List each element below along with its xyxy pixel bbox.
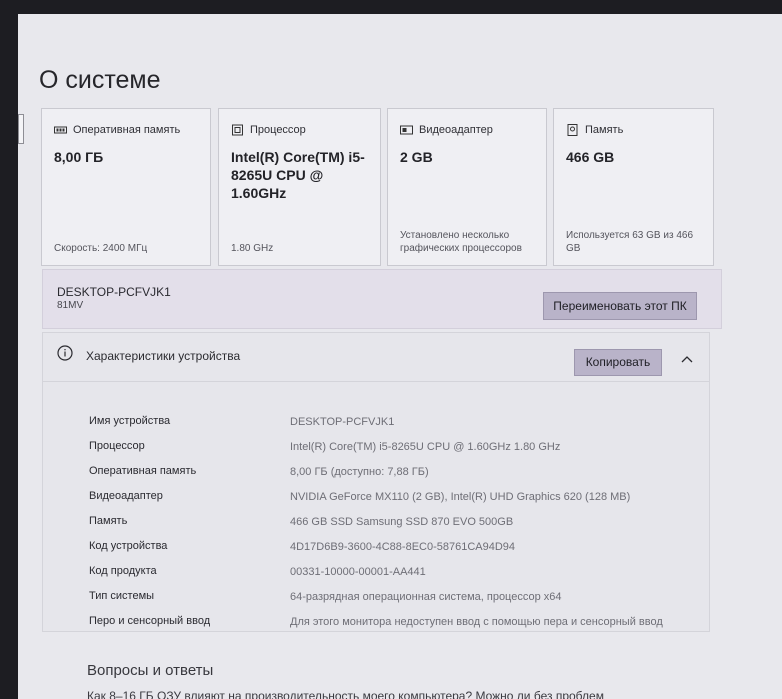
processor-value: Intel(R) Core(TM) i5-8265U CPU @ 1.60GHz: [231, 149, 365, 201]
storage-label: Память: [585, 124, 624, 136]
settings-window: О системе Оперативная память 8,00 ГБ Ско…: [18, 14, 782, 699]
spec-key: Процессор: [89, 440, 145, 452]
storage-card: Память 466 GB Используется 63 GB из 466 …: [553, 108, 714, 266]
gpu-icon: [400, 125, 413, 135]
spec-key: Код устройства: [89, 540, 168, 552]
spec-value: 8,00 ГБ (доступно: 7,88 ГБ): [290, 466, 429, 478]
device-name-bar: DESKTOP-PCFVJK1 81MV Переименовать этот …: [42, 269, 722, 329]
faq-title: Вопросы и ответы: [87, 662, 214, 679]
spec-value: 466 GB SSD Samsung SSD 870 EVO 500GB: [290, 516, 514, 528]
spec-key: Имя устройства: [89, 415, 171, 427]
spec-key: Память: [89, 515, 128, 527]
gpu-note: Установлено несколько графических процес…: [400, 230, 522, 254]
gpu-label: Видеоадаптер: [419, 124, 493, 136]
processor-card: Процессор Intel(R) Core(TM) i5-8265U CPU…: [218, 108, 381, 266]
gpu-value: 2 GB: [400, 149, 433, 165]
device-model: 81MV: [57, 300, 84, 311]
page-title: О системе: [39, 66, 161, 94]
spec-value: 64-разрядная операционная система, проце…: [290, 591, 562, 603]
storage-value: 466 GB: [566, 149, 615, 165]
device-specs-header[interactable]: Характеристики устройства Копировать: [43, 333, 709, 382]
info-icon: [57, 345, 73, 361]
rename-pc-button[interactable]: Переименовать этот ПК: [543, 292, 697, 320]
ram-label: Оперативная память: [73, 124, 181, 136]
spec-value: Для этого монитора недоступен ввод с пом…: [290, 616, 663, 628]
taskbar-edge: [18, 114, 24, 144]
spec-value: DESKTOP-PCFVJK1: [290, 416, 395, 428]
ram-speed: Скорость: 2400 МГц: [54, 243, 148, 254]
copy-button[interactable]: Копировать: [574, 349, 662, 376]
spec-value: Intel(R) Core(TM) i5-8265U CPU @ 1.60GHz…: [290, 441, 561, 453]
storage-usage: Используется 63 GB из 466 GB: [566, 230, 694, 254]
spec-key: Видеоадаптер: [89, 490, 163, 502]
storage-icon: [567, 124, 578, 136]
processor-label: Процессор: [250, 124, 306, 136]
spec-key: Перо и сенсорный ввод: [89, 615, 211, 627]
faq-link[interactable]: Как 8–16 ГБ ОЗУ влияют на производительн…: [87, 689, 604, 699]
processor-icon: [232, 124, 243, 136]
device-name: DESKTOP-PCFVJK1: [57, 285, 171, 299]
ram-card: Оперативная память 8,00 ГБ Скорость: 240…: [41, 108, 211, 266]
spec-key: Тип системы: [89, 590, 155, 602]
spec-value: 4D17D6B9-3600-4C88-8EC0-58761CA94D94: [290, 541, 516, 553]
chevron-up-icon[interactable]: [681, 355, 693, 363]
gpu-card: Видеоадаптер 2 GB Установлено несколько …: [387, 108, 547, 266]
spec-value: NVIDIA GeForce MX110 (2 GB), Intel(R) UH…: [290, 491, 631, 503]
spec-value: 00331-10000-00001-AA441: [290, 566, 426, 578]
spec-key: Оперативная память: [89, 465, 197, 477]
spec-key: Код продукта: [89, 565, 157, 577]
processor-speed: 1.80 GHz: [231, 243, 274, 254]
ram-icon: [54, 126, 67, 134]
device-specs-section: Характеристики устройства Копировать Имя…: [42, 332, 710, 632]
device-specs-title: Характеристики устройства: [86, 349, 241, 363]
ram-value: 8,00 ГБ: [54, 149, 104, 165]
